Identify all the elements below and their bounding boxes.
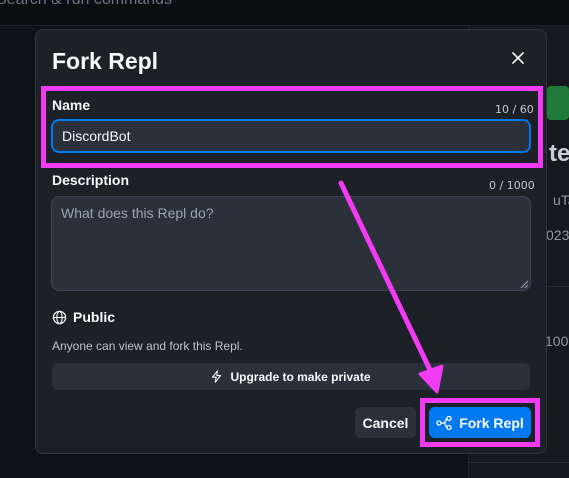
command-search[interactable]: Search & run commands bbox=[0, 0, 172, 9]
visibility-description: Anyone can view and fork this Repl. bbox=[52, 339, 243, 353]
resize-grip-icon[interactable] bbox=[519, 279, 529, 289]
close-button[interactable] bbox=[506, 46, 530, 70]
top-bar: Search & run commands bbox=[0, 0, 569, 26]
description-counter: 0 / 1000 bbox=[489, 179, 535, 192]
dialog-title: Fork Repl bbox=[52, 48, 159, 74]
upgrade-button[interactable]: Upgrade to make private bbox=[52, 363, 530, 390]
divider bbox=[468, 462, 569, 463]
side-text: uTa bbox=[553, 192, 569, 208]
description-label: Description bbox=[52, 172, 130, 188]
description-input[interactable] bbox=[51, 196, 531, 291]
cancel-button[interactable]: Cancel bbox=[355, 407, 416, 438]
side-text: 023 bbox=[546, 227, 569, 243]
upgrade-label: Upgrade to make private bbox=[230, 369, 371, 384]
lightning-icon bbox=[212, 370, 222, 383]
globe-icon bbox=[52, 310, 67, 324]
close-icon bbox=[512, 52, 524, 64]
side-text: 100 bbox=[545, 333, 569, 349]
visibility-row: Public bbox=[52, 309, 115, 325]
visibility-label: Public bbox=[73, 309, 116, 325]
side-heading: te bbox=[549, 140, 569, 167]
run-button-partial[interactable] bbox=[547, 86, 569, 120]
name-field-highlight bbox=[41, 86, 543, 168]
fork-button-highlight bbox=[420, 398, 540, 447]
